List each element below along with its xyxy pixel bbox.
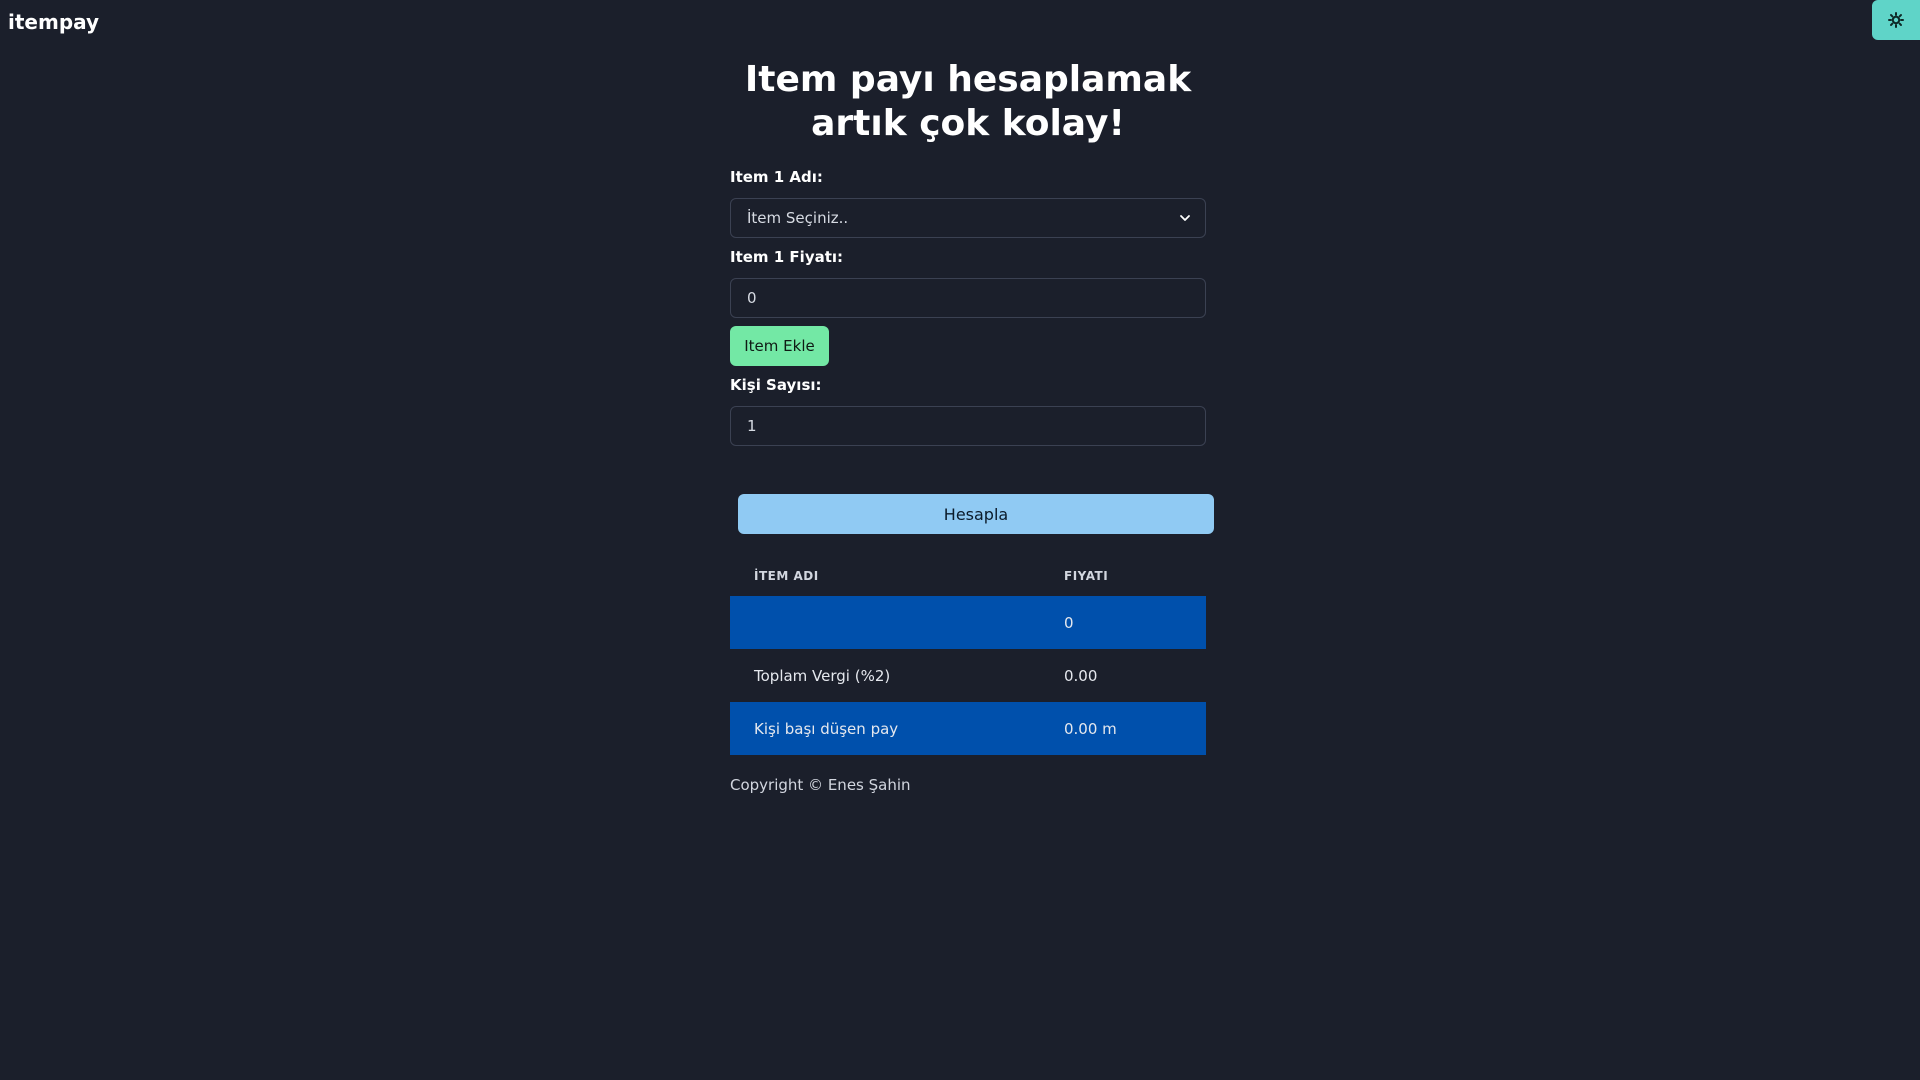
row-item-price: 0 xyxy=(1064,613,1074,632)
item-select[interactable]: İtem Seçiniz.. xyxy=(730,198,1206,238)
row-per-person-value: 0.00 m xyxy=(1064,719,1117,738)
item-name-label: Item 1 Adı: xyxy=(730,168,823,186)
page-title: Item payı hesaplamak artık çok kolay! xyxy=(744,59,1192,144)
row-tax-value: 0.00 xyxy=(1064,666,1098,685)
calculate-button[interactable]: Hesapla xyxy=(738,494,1214,534)
row-per-person-label: Kişi başı düşen pay xyxy=(754,719,899,738)
person-count-input[interactable]: 1 xyxy=(730,406,1206,446)
add-item-button[interactable]: Item Ekle xyxy=(730,326,829,366)
theme-toggle-button[interactable] xyxy=(1872,0,1920,40)
chevron-down-icon xyxy=(1180,215,1190,221)
gear-icon xyxy=(1888,12,1904,28)
table-row: Toplam Vergi (%2) 0.00 xyxy=(730,649,1206,702)
table-row: Kişi başı düşen pay 0.00 m xyxy=(730,702,1206,755)
table-row: 0 xyxy=(730,596,1206,649)
row-tax-label: Toplam Vergi (%2) xyxy=(754,666,891,685)
app-brand[interactable]: itempay xyxy=(8,10,99,34)
column-header-price: FIYATI xyxy=(1064,569,1109,583)
person-count-value: 1 xyxy=(747,417,757,435)
table-header: İTEM ADI FIYATI xyxy=(730,556,1206,596)
column-header-item-name: İTEM ADI xyxy=(754,569,819,583)
person-count-label: Kişi Sayısı: xyxy=(730,376,822,394)
item-select-value: İtem Seçiniz.. xyxy=(747,209,849,227)
item-price-label: Item 1 Fiyatı: xyxy=(730,248,844,266)
item-price-value: 0 xyxy=(747,289,757,307)
item-price-input[interactable]: 0 xyxy=(730,278,1206,318)
footer-copyright: Copyright © Enes Şahin xyxy=(730,776,911,794)
main-container: Item payı hesaplamak artık çok kolay! It… xyxy=(730,58,1214,794)
